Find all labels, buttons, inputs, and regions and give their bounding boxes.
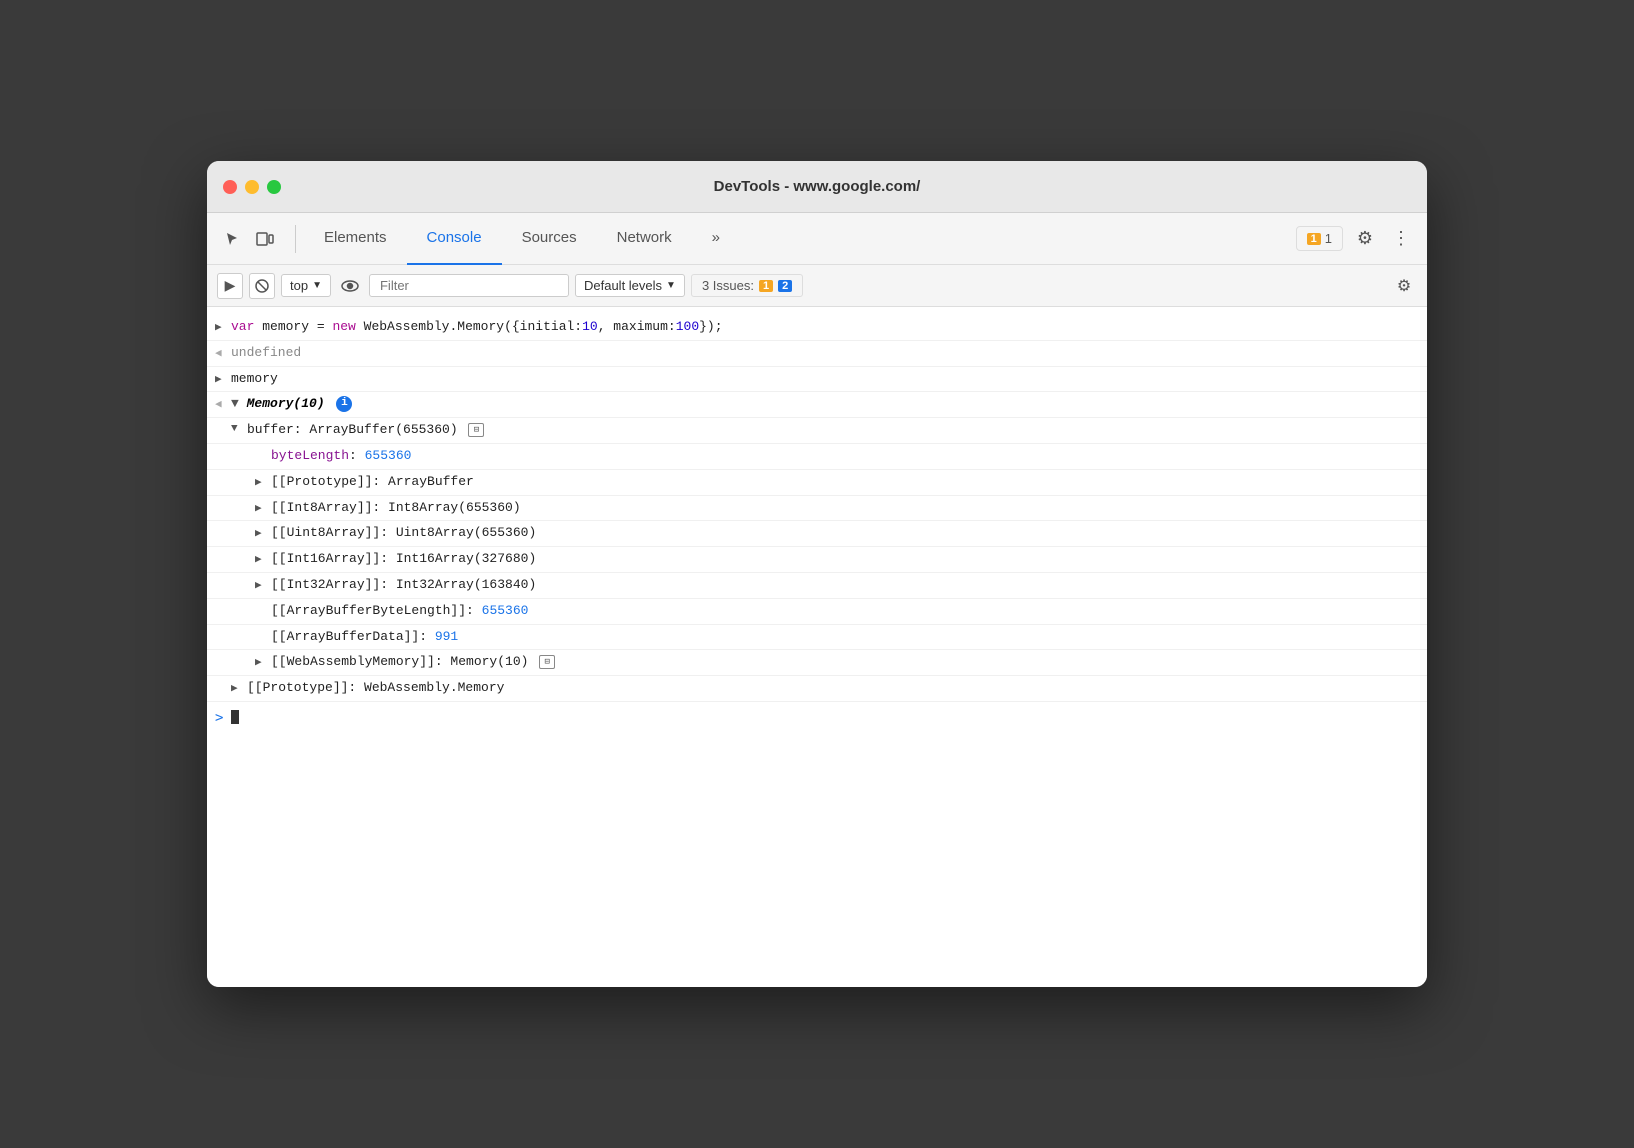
run-button[interactable]: ▶ — [217, 273, 243, 299]
console-line-9: [[Uint8Array]]: Uint8Array(655360) — [207, 521, 1427, 547]
console-line-2: undefined — [207, 341, 1427, 367]
tab-network[interactable]: Network — [597, 213, 692, 265]
line-content: undefined — [231, 343, 1419, 364]
console-input-line[interactable]: > — [207, 702, 1427, 734]
block-button[interactable] — [249, 273, 275, 299]
device-icon[interactable] — [251, 225, 279, 253]
filter-input[interactable] — [369, 274, 569, 297]
console-line-11: [[Int32Array]]: Int32Array(163840) — [207, 573, 1427, 599]
cursor-icon[interactable] — [219, 225, 247, 253]
more-icon[interactable]: ⋮ — [1387, 225, 1415, 253]
maximize-button[interactable] — [267, 180, 281, 194]
traffic-lights — [223, 180, 281, 194]
line-content: [[Int8Array]]: Int8Array(655360) — [271, 498, 1419, 519]
warn-icon: 1 — [1307, 233, 1321, 245]
console-line-6: byteLength: 655360 — [207, 444, 1427, 470]
toolbar-right: 1 1 ⚙ ⋮ — [1296, 225, 1415, 253]
line-content: byteLength: 655360 — [271, 446, 1419, 467]
expand-icon[interactable] — [255, 575, 271, 592]
line-content: [[WebAssemblyMemory]]: Memory(10) ⊟ — [271, 652, 1419, 673]
line-content: [[ArrayBufferByteLength]]: 655360 — [271, 601, 1419, 622]
tab-divider — [295, 225, 296, 253]
context-selector[interactable]: top ▼ — [281, 274, 331, 297]
console-line-15: [[Prototype]]: WebAssembly.Memory — [207, 676, 1427, 702]
issues-badge[interactable]: 1 1 — [1296, 226, 1343, 251]
expand-icon[interactable]: ▼ — [231, 420, 247, 435]
expand-icon[interactable] — [255, 523, 271, 540]
console-line-14: [[WebAssemblyMemory]]: Memory(10) ⊟ — [207, 650, 1427, 676]
spacer — [255, 446, 271, 449]
console-toolbar: ▶ top ▼ Default levels ▼ 3 Issues: 1 2 — [207, 265, 1427, 307]
expand-icon[interactable] — [215, 317, 231, 334]
spacer — [255, 627, 271, 630]
console-line-7: [[Prototype]]: ArrayBuffer — [207, 470, 1427, 496]
line-content: buffer: ArrayBuffer(655360) ⊟ — [247, 420, 1419, 441]
line-content: [[Int32Array]]: Int32Array(163840) — [271, 575, 1419, 596]
console-line-8: [[Int8Array]]: Int8Array(655360) — [207, 496, 1427, 522]
console-line-4: ◀ ▼ Memory(10) i — [207, 392, 1427, 418]
console-line-3: memory — [207, 367, 1427, 393]
console-line-5: ▼ buffer: ArrayBuffer(655360) ⊟ — [207, 418, 1427, 444]
console-line-12: [[ArrayBufferByteLength]]: 655360 — [207, 599, 1427, 625]
expand-icon[interactable] — [255, 472, 271, 489]
settings-icon[interactable]: ⚙ — [1351, 225, 1379, 253]
line-content: ▼ Memory(10) i — [231, 394, 1419, 415]
line-content: [[ArrayBufferData]]: 991 — [271, 627, 1419, 648]
titlebar: DevTools - www.google.com/ — [207, 161, 1427, 213]
line-content: [[Int16Array]]: Int16Array(327680) — [271, 549, 1419, 570]
line-content: var memory = new WebAssembly.Memory({ini… — [231, 317, 1419, 338]
expand-icon[interactable] — [215, 369, 231, 386]
eye-button[interactable] — [337, 273, 363, 299]
expand-icon[interactable] — [231, 678, 247, 695]
wasm-db-icon: ⊟ — [539, 655, 555, 669]
console-line-1: var memory = new WebAssembly.Memory({ini… — [207, 315, 1427, 341]
tab-more[interactable]: » — [692, 213, 740, 265]
spacer — [255, 601, 271, 604]
issues-info-badge: 2 — [778, 280, 792, 292]
minimize-button[interactable] — [245, 180, 259, 194]
tab-elements[interactable]: Elements — [304, 213, 407, 265]
cursor — [231, 710, 239, 724]
console-issues-btn[interactable]: 3 Issues: 1 2 — [691, 274, 803, 297]
console-settings-icon[interactable]: ⚙ — [1391, 273, 1417, 299]
line-content: [[Uint8Array]]: Uint8Array(655360) — [271, 523, 1419, 544]
console-line-13: [[ArrayBufferData]]: 991 — [207, 625, 1427, 651]
expand-icon[interactable] — [255, 498, 271, 515]
levels-selector[interactable]: Default levels ▼ — [575, 274, 685, 297]
close-button[interactable] — [223, 180, 237, 194]
line-content: [[Prototype]]: WebAssembly.Memory — [247, 678, 1419, 699]
tab-sources[interactable]: Sources — [502, 213, 597, 265]
window-title: DevTools - www.google.com/ — [714, 178, 921, 195]
tab-bar: Elements Console Sources Network » — [304, 213, 1296, 265]
toolbar-icons — [219, 225, 279, 253]
buffer-db-icon: ⊟ — [468, 423, 484, 437]
line-content: [[Prototype]]: ArrayBuffer — [271, 472, 1419, 493]
memory-info-icon: i — [336, 396, 352, 412]
output-icon: ◀ — [215, 394, 231, 411]
expand-icon[interactable] — [255, 549, 271, 566]
console-prompt: > — [215, 710, 223, 726]
line-content: memory — [231, 369, 1419, 390]
main-toolbar: Elements Console Sources Network » 1 1 ⚙… — [207, 213, 1427, 265]
issues-warn-badge: 1 — [759, 280, 773, 292]
tab-console[interactable]: Console — [407, 213, 502, 265]
devtools-window: DevTools - www.google.com/ Elements — [207, 161, 1427, 987]
expand-icon[interactable] — [255, 652, 271, 669]
output-icon — [215, 343, 231, 360]
console-content: var memory = new WebAssembly.Memory({ini… — [207, 307, 1427, 987]
console-line-10: [[Int16Array]]: Int16Array(327680) — [207, 547, 1427, 573]
